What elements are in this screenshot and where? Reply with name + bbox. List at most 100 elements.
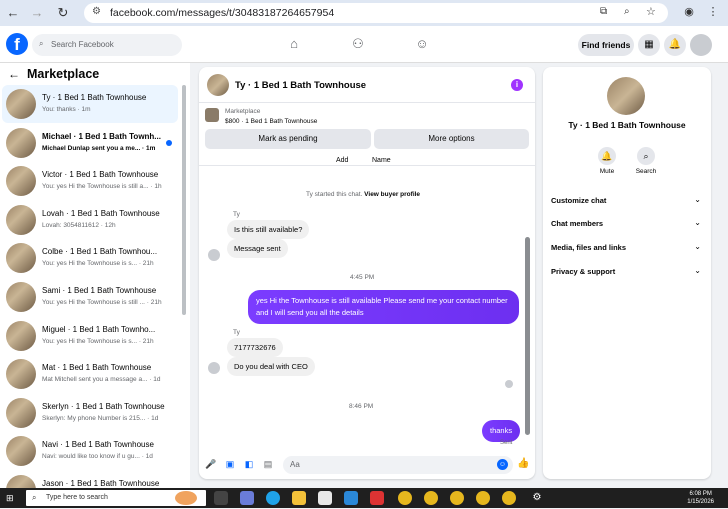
chat-scrollbar[interactable] (525, 237, 530, 435)
customize-chat-row[interactable]: Customize chat ⌄ (551, 192, 703, 210)
mute-bell-icon[interactable]: 🔔 (598, 147, 616, 165)
outgoing-message[interactable]: thanks (482, 420, 521, 442)
incoming-message[interactable]: Message sent (227, 239, 288, 258)
settings-gear-icon[interactable]: ⚙ (530, 491, 544, 505)
conversation-item[interactable]: Navi · 1 Bed 1 Bath Townhouse Navi: would… (2, 432, 178, 470)
home-icon[interactable]: ⌂ (284, 34, 304, 54)
sender-avatar[interactable] (208, 362, 220, 374)
chrome-icon[interactable] (502, 491, 516, 505)
edge-icon[interactable] (266, 491, 280, 505)
conversation-item[interactable]: Victor · 1 Bed 1 Bath Townhouse You: yes … (2, 162, 178, 200)
forward-icon[interactable]: → (28, 4, 46, 22)
microphone-icon[interactable]: 🎤 (205, 458, 217, 470)
page-scrollbar[interactable] (713, 67, 718, 479)
system-clock[interactable]: 6:08 PM 1/15/2026 (687, 490, 714, 506)
zoom-icon[interactable]: ⌕ (624, 6, 630, 17)
search-box[interactable]: ⌕ Search Facebook (32, 34, 182, 56)
like-thumb-icon[interactable]: 👍 (517, 458, 529, 470)
sticker-icon[interactable]: ◧ (243, 458, 255, 470)
media-files-links-row[interactable]: Media, files and links ⌄ (551, 239, 703, 257)
find-friends-button[interactable]: Find friends (578, 34, 634, 56)
chat-title[interactable]: Ty · 1 Bed 1 Bath Townhouse (235, 80, 366, 91)
message-placeholder: Aa (290, 460, 300, 469)
view-buyer-profile-link[interactable]: View buyer profile (364, 191, 420, 198)
reload-icon[interactable]: ↻ (54, 4, 72, 22)
gif-icon[interactable]: ▤ (262, 458, 274, 470)
photo-icon[interactable]: ▣ (224, 458, 236, 470)
conversation-avatar (6, 243, 36, 274)
unread-dot (166, 139, 172, 146)
browser-toolbar: ← → ↻ ⚙ facebook.com/messages/t/30483187… (0, 0, 728, 26)
chat-avatar[interactable] (207, 74, 229, 96)
listing-thumbnail (205, 108, 219, 122)
back-arrow-icon[interactable]: ← (8, 67, 20, 81)
more-options-button[interactable]: More options (374, 129, 529, 149)
chevron-down-icon: ⌄ (694, 242, 701, 251)
address-bar[interactable]: ⚙ facebook.com/messages/t/30483187264657… (84, 3, 668, 23)
chevron-down-icon: ⌄ (694, 266, 701, 275)
profile-icon[interactable]: ◉ (682, 5, 696, 19)
privacy-support-row[interactable]: Privacy & support ⌄ (551, 263, 703, 281)
back-icon[interactable]: ← (4, 4, 22, 22)
conversation-avatar (6, 320, 36, 351)
listing-value: $800 · 1 Bed 1 Bath Townhouse (225, 118, 318, 125)
bookmark-star-icon[interactable]: ☆ (646, 5, 656, 18)
windows-start-icon[interactable]: ⊞ (6, 493, 16, 503)
search-conversation-icon[interactable]: ⌕ (637, 147, 655, 165)
mail-icon[interactable] (344, 491, 358, 505)
conversation-name: Jason · 1 Bed 1 Bath Townhouse (42, 479, 160, 488)
sender-avatar[interactable] (208, 249, 220, 261)
row-label: Chat members (551, 219, 604, 228)
chrome-active-icon[interactable] (370, 491, 384, 505)
listing-summary[interactable]: Marketplace $800 · 1 Bed 1 Bath Townhous… (199, 103, 535, 129)
conversation-item[interactable]: Mat · 1 Bed 1 Bath Townhouse Mat Mitchell… (2, 355, 178, 393)
chat-details-panel: Ty · 1 Bed 1 Bath Townhouse 🔔 Mute ⌕ Sea… (543, 67, 711, 479)
facebook-logo-icon[interactable]: f (6, 33, 28, 55)
conversation-preview: You: yes Hi the Townhouse is still a... … (42, 183, 162, 191)
chrome-icon[interactable] (476, 491, 490, 505)
message-input[interactable]: Aa ☺ (283, 456, 513, 474)
conversation-item[interactable]: Sami · 1 Bed 1 Bath Townhouse You: yes Hi… (2, 278, 178, 316)
file-explorer-icon[interactable] (292, 491, 306, 505)
chrome-icon[interactable] (424, 491, 438, 505)
outgoing-message[interactable]: yes Hi the Townhouse is still available … (248, 290, 519, 324)
account-avatar[interactable] (690, 34, 712, 56)
conversation-preview: You: thanks · 1m (42, 106, 91, 113)
conversation-item[interactable]: Miguel · 1 Bed 1 Bath Townho... You: yes … (2, 317, 178, 355)
conversation-name: Sami · 1 Bed 1 Bath Townhouse (42, 286, 157, 295)
install-icon[interactable]: ⧉ (600, 6, 607, 17)
conversation-item[interactable]: Skerlyn · 1 Bed 1 Bath Townhouse Skerlyn:… (2, 394, 178, 432)
incoming-message[interactable]: 7177732676 (227, 338, 283, 357)
friends-icon[interactable]: ⚇ (348, 34, 368, 54)
conversation-item[interactable]: Colbe · 1 Bed 1 Bath Townhou... You: yes … (2, 239, 178, 277)
chrome-icon[interactable] (398, 491, 412, 505)
conversation-preview: Lovah: 3054811612 · 12h (42, 221, 116, 229)
left-scrollbar[interactable] (182, 85, 186, 315)
menu-grid-icon[interactable]: ▦ (638, 34, 660, 56)
started-text: Ty started this chat. (306, 191, 363, 198)
chat-members-row[interactable]: Chat members ⌄ (551, 215, 703, 233)
conversation-item[interactable]: Michael · 1 Bed 1 Bath Townh... Michael D… (2, 124, 178, 162)
incoming-message[interactable]: Is this still available? (227, 220, 310, 239)
menu-kebab-icon[interactable]: ⋮ (706, 5, 720, 19)
details-avatar[interactable] (607, 77, 645, 115)
conversation-name: Mat · 1 Bed 1 Bath Townhouse (42, 363, 152, 373)
site-info-icon[interactable]: ⚙ (92, 6, 101, 17)
weather-widget-icon[interactable] (175, 491, 197, 505)
copilot-icon[interactable] (240, 491, 254, 505)
chrome-icon[interactable] (450, 491, 464, 505)
incoming-message[interactable]: Do you deal with CEO (227, 357, 315, 376)
conversation-item[interactable]: Ty · 1 Bed 1 Bath Townhouse You: thanks ·… (2, 85, 178, 123)
profile-circle-icon[interactable]: ☺ (412, 34, 432, 54)
name-label[interactable]: Name (372, 157, 391, 164)
info-icon[interactable]: i (511, 79, 523, 91)
conversation-preview: Skerlyn: My phone Number is 215... · 1d (42, 414, 159, 422)
task-view-icon[interactable] (214, 491, 228, 505)
add-label[interactable]: Add (336, 157, 348, 164)
emoji-icon[interactable]: ☺ (497, 459, 508, 470)
listing-label: Marketplace (225, 108, 261, 115)
conversation-item[interactable]: Lovah · 1 Bed 1 Bath Townhouse Lovah: 305… (2, 201, 178, 239)
notifications-bell-icon[interactable]: 🔔 (664, 34, 686, 56)
mark-pending-button[interactable]: Mark as pending (205, 129, 371, 149)
microsoft-store-icon[interactable] (318, 491, 332, 505)
